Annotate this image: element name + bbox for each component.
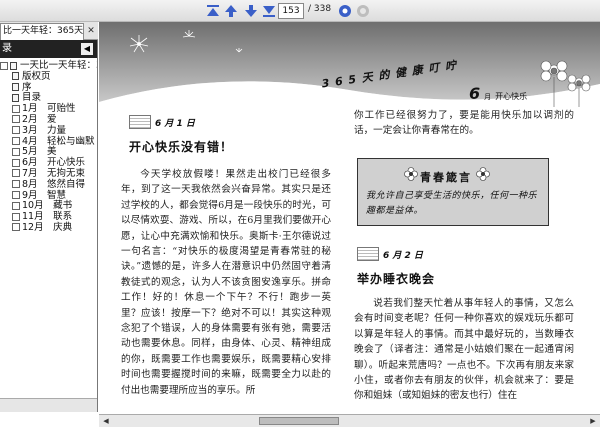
toc-item-label: 5月 美 xyxy=(22,146,57,158)
entry-date-label: 6 月 2 日 xyxy=(383,250,423,261)
entry-date: 6 月 1 日 xyxy=(129,115,195,129)
page-number-input[interactable]: 153 xyxy=(278,3,304,19)
notebook-icon xyxy=(129,115,151,129)
entry-heading: 开心快乐没有错！ xyxy=(129,140,234,154)
banner-month-theme: 开心快乐 xyxy=(495,92,528,101)
entry-heading: 举办睡衣晚会 xyxy=(357,272,436,286)
reader-toolbar: 153 / 338 xyxy=(0,0,600,22)
tree-toggle-icon[interactable] xyxy=(12,104,20,113)
toc-tree: 一天比一天年轻：365 版权页 序 目录 1月 可贻性 2月 爱 3月 力量 4… xyxy=(0,58,97,234)
flower-icon xyxy=(404,167,418,181)
last-page-icon[interactable] xyxy=(261,3,277,19)
tree-toggle-icon[interactable] xyxy=(12,158,20,167)
toc-root-label: 一天比一天年轻：365 xyxy=(20,60,97,71)
toc-item-label: 11月 联系 xyxy=(22,211,73,223)
tree-toggle-icon[interactable] xyxy=(12,147,20,156)
book-icon xyxy=(12,72,19,81)
tree-toggle-icon[interactable] xyxy=(12,191,20,200)
toc-item-label: 12月 庆典 xyxy=(22,221,73,233)
toc-item-label: 序 xyxy=(22,81,32,93)
tree-toggle-icon[interactable] xyxy=(12,126,20,135)
first-page-icon[interactable] xyxy=(205,3,221,19)
book-page: 3 6 5 天 的 健 康 叮 咛 6 月 开心快乐 6 月 1 日 开心快乐没… xyxy=(99,22,600,414)
entry-date-label: 6 月 1 日 xyxy=(155,118,195,129)
tree-toggle-icon[interactable] xyxy=(12,180,20,189)
entry-body: 说若我们整天忙着从事年轻人的事情，又怎么会有时间变老呢？任何一种你喜欢的娱戏玩乐… xyxy=(354,298,574,402)
banner-month-suffix: 月 xyxy=(484,93,492,101)
tree-toggle-icon[interactable] xyxy=(12,212,20,221)
flower-icon xyxy=(476,167,490,181)
tree-toggle-icon[interactable] xyxy=(12,137,20,146)
close-icon[interactable]: ✕ xyxy=(86,26,96,36)
toc-item-label: 9月 智慧 xyxy=(22,189,67,201)
toc-item-label: 6月 开心快乐 xyxy=(22,157,86,169)
toc-item-label: 2月 爱 xyxy=(22,113,57,125)
sidebar-hscrollbar[interactable] xyxy=(0,398,97,412)
collapse-icon[interactable]: ◀ xyxy=(81,43,93,55)
book-icon xyxy=(12,93,19,102)
go-icon[interactable] xyxy=(337,3,353,19)
toc-item-label: 10月 藏书 xyxy=(22,200,73,212)
toc-item[interactable]: 版权页 xyxy=(0,70,97,83)
toc-item-label: 8月 悠然自得 xyxy=(22,178,86,190)
toc-item-label: 4月 轻松与幽默 xyxy=(22,135,95,147)
scrollbar-thumb[interactable] xyxy=(259,417,339,425)
stop-icon[interactable] xyxy=(355,3,371,19)
entry-body: 今天学校放假喽！果然走出校门已经很多年，到了这一天我依然会兴奋异常。其实只是还过… xyxy=(121,169,331,396)
toc-item-label: 1月 可贻性 xyxy=(22,103,76,115)
notebook-icon xyxy=(357,247,379,261)
tab-book[interactable]: 比一天年轻：365天... xyxy=(0,23,84,40)
toc-item[interactable]: 12月 庆典 xyxy=(0,221,97,234)
toc-item-label: 3月 力量 xyxy=(22,124,67,136)
toc-item-label: 目录 xyxy=(22,92,42,104)
page-hscrollbar[interactable]: ◀ ▶ xyxy=(99,414,600,427)
toc-item[interactable]: 序 xyxy=(0,81,97,94)
banner-month: 6 月 开心快乐 xyxy=(469,84,527,103)
tree-toggle-icon[interactable] xyxy=(12,201,20,210)
quote-body: 我允许自己享受生活的快乐，任何一种乐趣都是益体。 xyxy=(366,191,538,216)
tree-toggle-icon[interactable] xyxy=(12,169,20,178)
prev-page-icon[interactable] xyxy=(223,3,239,19)
next-page-icon[interactable] xyxy=(243,3,259,19)
book-icon xyxy=(10,61,17,70)
quote-title: 青春箴言 xyxy=(420,171,472,184)
toc-header-label: 录 xyxy=(2,43,12,54)
tree-toggle-icon[interactable] xyxy=(0,61,8,70)
scroll-right-icon[interactable]: ▶ xyxy=(588,416,598,426)
tree-toggle-icon[interactable] xyxy=(12,223,20,232)
toc-item-label: 7月 无拘无束 xyxy=(22,167,86,179)
entry-date: 6 月 2 日 xyxy=(357,247,423,261)
entry-body-continued: 你工作已经很努力了，要是能用快乐加以调剂的话，一定会让你青春常在的。 xyxy=(354,110,574,137)
tab-strip: 比一天年轻：365天... ✕ xyxy=(0,22,98,40)
toc-item-label: 版权页 xyxy=(22,70,51,82)
banner-month-number: 6 xyxy=(469,84,481,103)
page-total: / 338 xyxy=(308,4,332,14)
quote-box: 青春箴言 我允许自己享受生活的快乐，任何一种乐趣都是益体。 xyxy=(357,158,549,226)
toc-sidebar: 录 ◀ 一天比一天年轻：365 版权页 序 目录 1月 可贻性 2月 爱 3月 … xyxy=(0,40,98,412)
tree-toggle-icon[interactable] xyxy=(12,115,20,124)
scroll-left-icon[interactable]: ◀ xyxy=(101,416,111,426)
book-icon xyxy=(12,83,19,92)
toc-header: 录 ◀ xyxy=(0,40,97,58)
